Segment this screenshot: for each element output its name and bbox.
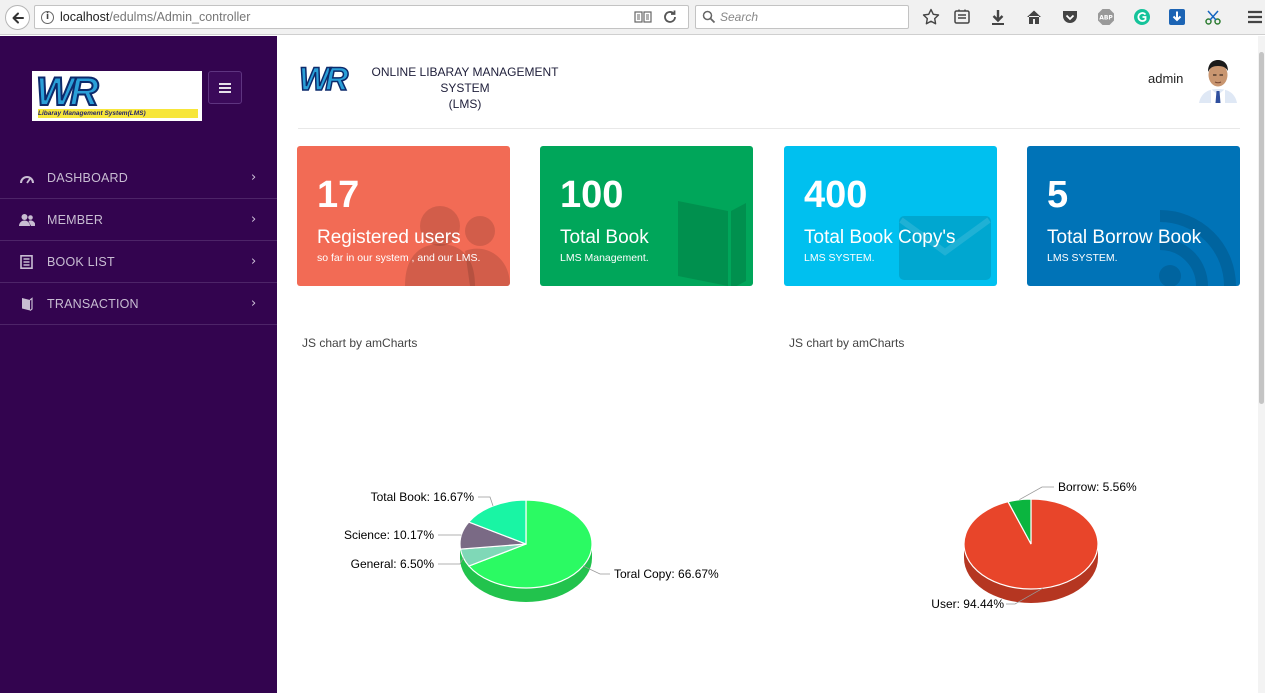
sidebar-item-book-list[interactable]: BOOK LIST › bbox=[0, 241, 277, 283]
adblock-icon[interactable]: ABP bbox=[1096, 7, 1116, 27]
pocket-icon[interactable] bbox=[1060, 7, 1080, 27]
info-icon[interactable]: i bbox=[41, 11, 54, 24]
bookmark-star-icon[interactable] bbox=[921, 7, 941, 27]
stat-card-title: Total Book Copy's bbox=[804, 227, 956, 248]
svg-text:WR: WR bbox=[299, 61, 348, 96]
home-icon[interactable] bbox=[1024, 7, 1044, 27]
sidebar-logo[interactable]: WR Libaray Management System(LMS) bbox=[32, 71, 202, 121]
search-field[interactable] bbox=[695, 5, 909, 29]
stat-card-registered-users[interactable]: 17 Registered users so far in our system… bbox=[297, 146, 510, 286]
brand-logo[interactable]: WR bbox=[298, 60, 354, 96]
page-title: ONLINE LIBARAY MANAGEMENT SYSTEM (LMS) bbox=[354, 64, 576, 112]
stat-card-total-book-copy[interactable]: 400 Total Book Copy's LMS SYSTEM. bbox=[784, 146, 997, 286]
book-icon bbox=[22, 297, 33, 311]
stat-card-title: Registered users bbox=[317, 227, 461, 248]
reading-list-icon[interactable] bbox=[952, 7, 972, 27]
page-scrollbar[interactable] bbox=[1258, 36, 1265, 693]
stat-card-subtitle: so far in our system , and our LMS. bbox=[317, 252, 481, 264]
reload-icon[interactable] bbox=[662, 9, 678, 25]
list-icon bbox=[20, 255, 33, 269]
chevron-right-icon: › bbox=[251, 170, 257, 185]
stat-card-total-borrow-book[interactable]: 5 Total Borrow Book LMS SYSTEM. bbox=[1027, 146, 1240, 286]
screenshot-tool-icon[interactable] bbox=[1203, 7, 1223, 27]
reader-view-icon[interactable] bbox=[634, 10, 652, 24]
stat-card-title: Total Book bbox=[560, 227, 649, 248]
pie-chart-books: Toral Copy: 66.67% General: 6.50% Science:… bbox=[344, 490, 719, 602]
url-text: localhost/edulms/Admin_controller bbox=[60, 10, 251, 24]
pie-label: General: 6.50% bbox=[351, 557, 435, 571]
stat-card-subtitle: LMS Management. bbox=[560, 252, 649, 264]
chevron-right-icon: › bbox=[251, 254, 257, 269]
sidebar-item-transaction[interactable]: TRANSACTION › bbox=[0, 283, 277, 325]
avatar[interactable] bbox=[1196, 55, 1240, 103]
browser-toolbar: i localhost/edulms/Admin_controller ABP bbox=[0, 0, 1265, 35]
logo-text: WR bbox=[35, 71, 100, 114]
chart-credit-link[interactable]: JS chart by amCharts bbox=[789, 336, 904, 350]
pie-label: Toral Copy: 66.67% bbox=[614, 567, 719, 581]
stat-card-total-book[interactable]: 100 Total Book LMS Management. bbox=[540, 146, 753, 286]
sidebar: WR Libaray Management System(LMS) DASHBO… bbox=[0, 36, 277, 693]
chevron-right-icon: › bbox=[251, 212, 257, 227]
stat-card-value: 5 bbox=[1047, 174, 1069, 216]
sidebar-item-label: TRANSACTION bbox=[47, 297, 139, 311]
pie-label: Science: 10.17% bbox=[344, 528, 434, 542]
pie-label-line bbox=[438, 557, 464, 565]
chevron-right-icon: › bbox=[251, 296, 257, 311]
stat-card-title: Total Borrow Book bbox=[1047, 227, 1202, 248]
stat-card-subtitle: LMS SYSTEM. bbox=[804, 252, 875, 264]
pie-label: Borrow: 5.56% bbox=[1058, 480, 1137, 494]
pie-label: Total Book: 16.67% bbox=[371, 490, 475, 504]
stat-card-value: 100 bbox=[560, 174, 624, 216]
sidebar-nav: DASHBOARD › MEMBER › BOOK LIST › TRANSAC… bbox=[0, 157, 277, 325]
pie-chart-users: User: 94.44% Borrow: 5.56% bbox=[931, 480, 1137, 611]
stat-card-value: 17 bbox=[317, 174, 360, 216]
sidebar-item-member[interactable]: MEMBER › bbox=[0, 199, 277, 241]
url-bar[interactable]: i localhost/edulms/Admin_controller bbox=[34, 5, 689, 29]
dashboard-gauge-icon bbox=[20, 176, 34, 184]
book-icon bbox=[678, 201, 746, 286]
header-divider bbox=[298, 128, 1240, 129]
back-button[interactable] bbox=[5, 5, 30, 30]
pie-label-line bbox=[478, 496, 494, 507]
users-icon bbox=[19, 214, 35, 226]
page-title-line2: (LMS) bbox=[448, 97, 482, 111]
sidebar-item-label: MEMBER bbox=[47, 213, 104, 227]
chart-credit-link[interactable]: JS chart by amCharts bbox=[302, 336, 417, 350]
hamburger-icon bbox=[219, 82, 231, 93]
pie-label-line bbox=[1019, 486, 1054, 501]
sidebar-item-dashboard[interactable]: DASHBOARD › bbox=[0, 157, 277, 199]
search-input[interactable] bbox=[720, 9, 900, 25]
stat-card-value: 400 bbox=[804, 174, 868, 216]
scrollbar-thumb[interactable] bbox=[1259, 52, 1264, 404]
sidebar-toggle-button[interactable] bbox=[208, 71, 242, 104]
page-title-line1: ONLINE LIBARAY MANAGEMENT SYSTEM bbox=[371, 65, 559, 95]
download-helper-icon[interactable] bbox=[1167, 7, 1187, 27]
grammarly-icon[interactable] bbox=[1132, 7, 1152, 27]
sidebar-item-label: DASHBOARD bbox=[47, 171, 128, 185]
stat-card-subtitle: LMS SYSTEM. bbox=[1047, 252, 1118, 264]
download-icon[interactable] bbox=[988, 7, 1008, 27]
search-icon bbox=[702, 10, 716, 24]
browser-menu-icon[interactable] bbox=[1245, 7, 1265, 27]
arrow-left-icon bbox=[12, 12, 24, 23]
sidebar-item-label: BOOK LIST bbox=[47, 255, 115, 269]
user-name[interactable]: admin bbox=[1148, 71, 1183, 86]
pie-label: User: 94.44% bbox=[931, 597, 1004, 611]
logo-subtext: Libaray Management System(LMS) bbox=[38, 109, 198, 118]
svg-text:ABP: ABP bbox=[1099, 15, 1113, 22]
